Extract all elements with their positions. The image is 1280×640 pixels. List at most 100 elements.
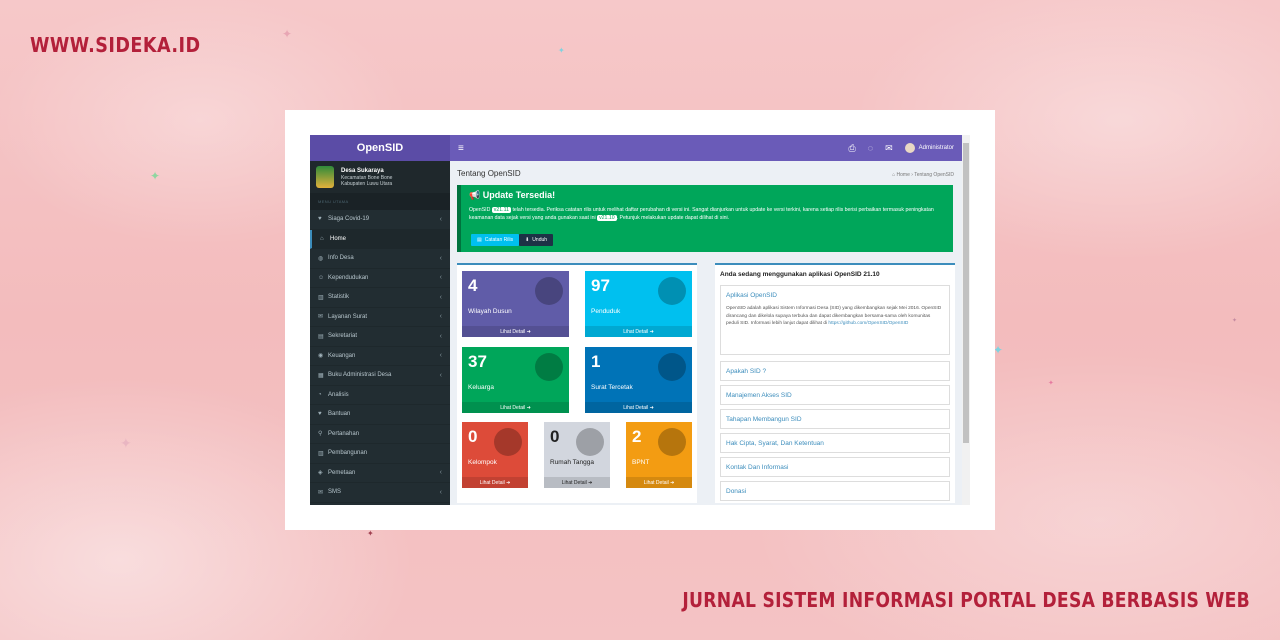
- user-menu[interactable]: Administrator: [904, 143, 954, 153]
- accordion-title[interactable]: Kontak Dan Informasi: [721, 458, 949, 477]
- scrollbar[interactable]: [962, 135, 970, 505]
- sidebar-item-statistik[interactable]: ▥ Statistik ‹: [310, 288, 450, 308]
- accordion-title[interactable]: Apakah SID ?: [721, 362, 949, 381]
- sparkle-decoration: ✦: [282, 27, 293, 41]
- accordion-panel[interactable]: Donasi: [720, 481, 950, 501]
- avatar: [904, 143, 915, 153]
- accordion-title[interactable]: Donasi: [721, 482, 949, 501]
- opensid-app-window: OpenSID ≡ ⎙ ◌ ✉ Administrator Desa Sukar…: [310, 135, 970, 505]
- stat-label: BPNT: [632, 459, 650, 466]
- money-icon: ◉: [318, 353, 324, 360]
- sidebar-item-buku-administrasi-desa[interactable]: ▦ Buku Administrasi Desa ‹: [310, 366, 450, 386]
- accordion-panel[interactable]: Tahapan Membangun SID: [720, 409, 950, 429]
- stat-label: Keluarga: [468, 384, 495, 391]
- chevron-left-icon: ‹: [439, 254, 442, 262]
- sidebar-item-analisis[interactable]: ◔ Analisis: [310, 386, 450, 405]
- view-detail-link[interactable]: Lihat Detail ➜: [585, 326, 692, 337]
- sidebar-item-pertanahan[interactable]: ⚲ Pertanahan: [310, 425, 450, 444]
- sidebar-item-layanan-surat[interactable]: ✉ Layanan Surat ‹: [310, 308, 450, 327]
- stat-value: 0: [550, 427, 560, 446]
- sidebar-item-siaga-covid-19[interactable]: ♥ Siaga Covid-19 ‹: [310, 210, 450, 230]
- menu-header: MENU UTAMA: [310, 193, 450, 210]
- stat-tile-kelompok: 0 Kelompok Lihat Detail ➜: [462, 422, 528, 488]
- sparkle-decoration: ✦: [1048, 380, 1054, 387]
- stat-tile-surat-tercetak: 1 Surat Tercetak Lihat Detail ➜: [585, 347, 692, 413]
- accordion-panel[interactable]: Apakah SID ?: [720, 361, 950, 381]
- view-detail-link[interactable]: Lihat Detail ➜: [626, 477, 692, 488]
- megaphone-icon: 📢: [469, 190, 481, 200]
- sidebar-item-pembangunan[interactable]: ▥ Pembangunan: [310, 444, 450, 464]
- download-button[interactable]: ⬇ Unduh: [519, 234, 554, 246]
- app-brand-logo[interactable]: OpenSID: [310, 135, 450, 161]
- update-text-post: . Petunjuk melakukan update dapat diliha…: [616, 215, 730, 221]
- stat-value: 37: [468, 352, 487, 371]
- view-detail-link[interactable]: Lihat Detail ➜: [585, 402, 692, 413]
- github-link[interactable]: https://github.com/OpenSID/OpenSID: [828, 321, 908, 326]
- sidebar-item-sekretariat[interactable]: ▤ Sekretariat ‹: [310, 327, 450, 347]
- accordion-title[interactable]: Hak Cipta, Syarat, Dan Ketentuan: [721, 434, 949, 453]
- village-regency: Kabupaten Luwu Utara: [341, 180, 393, 187]
- home-icon: ⌂: [892, 172, 896, 178]
- stat-value: 0: [468, 427, 478, 446]
- top-navbar: OpenSID ≡ ⎙ ◌ ✉ Administrator: [310, 135, 962, 161]
- accordion-title[interactable]: Manajemen Akses SID: [721, 386, 949, 405]
- sidebar-item-info-desa[interactable]: ◍ Info Desa ‹: [310, 249, 450, 269]
- chevron-left-icon: ‹: [439, 332, 442, 340]
- user-name: Administrator: [918, 145, 954, 151]
- analysis-icon: ◔: [318, 391, 322, 398]
- version-current-badge: v21.10: [597, 215, 617, 221]
- tile-background-icon: [658, 353, 686, 381]
- mail-icon[interactable]: ✉: [885, 143, 893, 154]
- main-content: Tentang OpenSID ⌂ Home › Tentang OpenSID…: [450, 161, 962, 505]
- stats-box: 4 Wilayah Dusun Lihat Detail ➜ 97 Penduduk Li…: [457, 263, 697, 503]
- sidebar: Desa Sukaraya Kecamatan Bone Bone Kabupa…: [310, 161, 450, 505]
- sidebar-item-label: Keuangan: [328, 352, 356, 359]
- accordion-panel[interactable]: Aplikasi OpenSID OpenSID adalah aplikasi …: [720, 285, 950, 355]
- sidebar-item-label: Pemetaan: [328, 469, 356, 476]
- chevron-left-icon: ‹: [439, 371, 442, 379]
- view-detail-link[interactable]: Lihat Detail ➜: [462, 326, 569, 337]
- chevron-left-icon: ‹: [439, 352, 442, 360]
- sidebar-item-bantuan[interactable]: ♥ Bantuan: [310, 405, 450, 425]
- accordion-title[interactable]: Aplikasi OpenSID: [721, 286, 949, 305]
- sidebar-item-home[interactable]: ⌂ Home: [310, 229, 450, 249]
- chart-icon: ▥: [318, 294, 324, 301]
- tile-background-icon: [658, 428, 686, 456]
- view-detail-link[interactable]: Lihat Detail ➜: [544, 477, 610, 488]
- hamburger-icon[interactable]: ≡: [458, 143, 464, 154]
- accordion-title[interactable]: Tahapan Membangun SID: [721, 410, 949, 429]
- sidebar-item-sms[interactable]: ✉ SMS ‹: [310, 483, 450, 503]
- stat-tile-keluarga: 37 Keluarga Lihat Detail ➜: [462, 347, 569, 413]
- accordion-panel[interactable]: Hak Cipta, Syarat, Dan Ketentuan: [720, 433, 950, 453]
- download-icon: ⬇: [525, 237, 530, 243]
- sidebar-item-pemetaan[interactable]: ◈ Pemetaan ‹: [310, 464, 450, 483]
- stat-label: Kelompok: [468, 459, 497, 466]
- sidebar-item-keuangan[interactable]: ◉ Keuangan ‹: [310, 347, 450, 366]
- view-detail-link[interactable]: Lihat Detail ➜: [462, 402, 569, 413]
- users-icon: ☺: [318, 274, 325, 281]
- accordion-panel[interactable]: Manajemen Akses SID: [720, 385, 950, 405]
- printer-icon[interactable]: ⎙: [849, 143, 856, 154]
- view-detail-link[interactable]: Lihat Detail ➜: [462, 477, 528, 488]
- stat-tile-rumah-tangga: 0 Rumah Tangga Lihat Detail ➜: [544, 422, 610, 488]
- breadcrumb-home[interactable]: Home: [897, 172, 910, 178]
- breadcrumb-current: Tentang OpenSID: [914, 172, 954, 178]
- chevron-left-icon: ‹: [439, 469, 442, 477]
- screenshot-frame: OpenSID ≡ ⎙ ◌ ✉ Administrator Desa Sukar…: [285, 110, 995, 530]
- stat-tile-penduduk: 97 Penduduk Lihat Detail ➜: [585, 271, 692, 337]
- scrollbar-thumb[interactable]: [963, 143, 969, 443]
- chat-icon[interactable]: ◌: [868, 143, 873, 153]
- sidebar-item-label: Home: [330, 235, 347, 242]
- stat-value: 4: [468, 276, 478, 295]
- village-info: Desa Sukaraya Kecamatan Bone Bone Kabupa…: [341, 168, 392, 187]
- sidebar-item-kependudukan[interactable]: ☺ Kependudukan ‹: [310, 269, 450, 288]
- sparkle-decoration: ✦: [1232, 318, 1238, 324]
- accordion-panel[interactable]: Kontak Dan Informasi: [720, 457, 950, 477]
- envelope-icon: ✉: [318, 314, 324, 321]
- stat-value: 1: [591, 352, 601, 371]
- village-logo-icon: [316, 166, 334, 188]
- release-notes-button[interactable]: ▤ Catatan Rilis: [471, 234, 520, 246]
- update-callout: 📢 Update Tersedia! OpenSID v21.11 telah …: [457, 185, 953, 252]
- chevron-left-icon: ‹: [439, 293, 442, 301]
- chevron-left-icon: ‹: [439, 274, 442, 282]
